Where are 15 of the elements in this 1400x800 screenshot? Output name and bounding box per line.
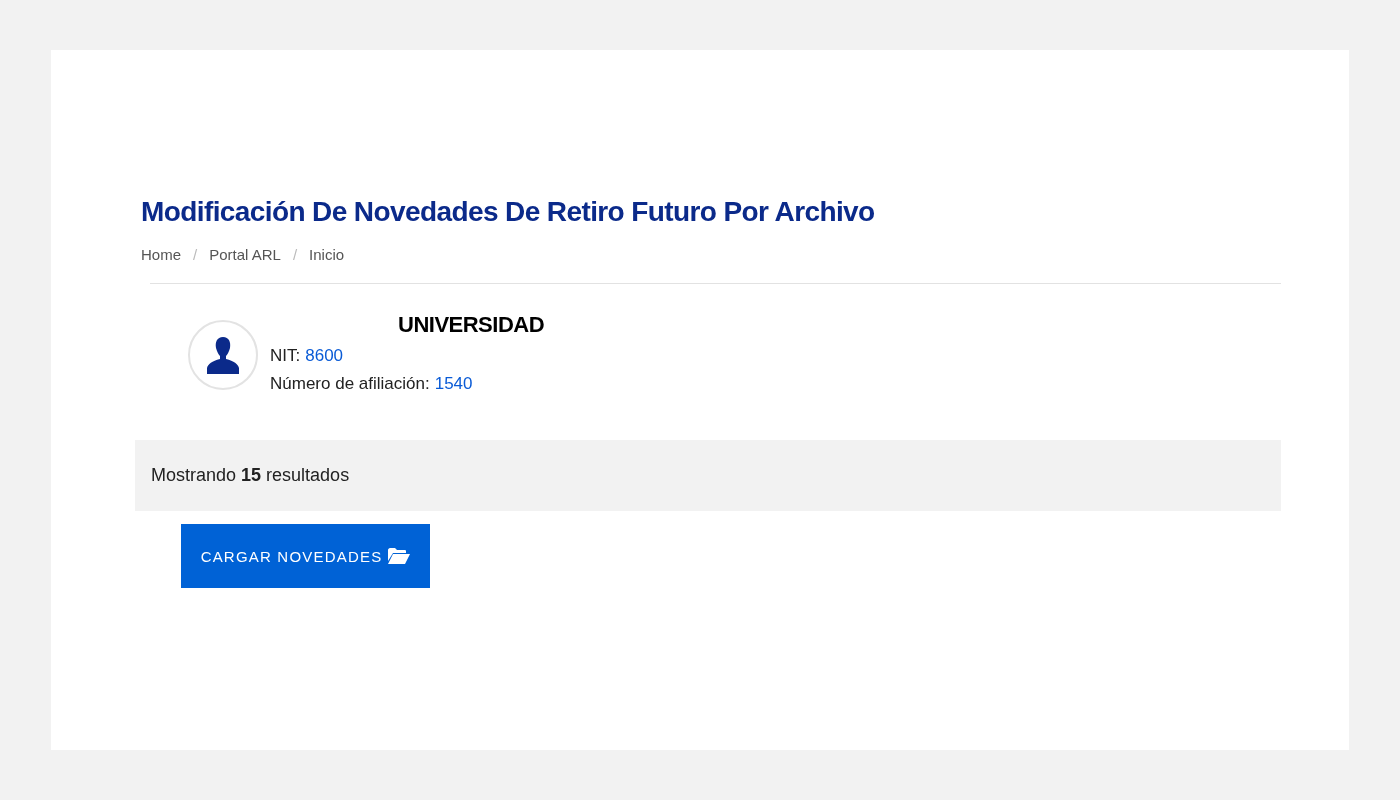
- results-count: Mostrando 15 resultados: [151, 465, 350, 486]
- upload-button[interactable]: CARGAR NOVEDADES: [181, 524, 430, 588]
- nit-label: NIT:: [270, 346, 301, 366]
- breadcrumb-separator: /: [193, 246, 198, 263]
- folder-icon: [388, 548, 411, 564]
- affiliation-label: Número de afiliación:: [270, 374, 430, 394]
- nit-value: 8600: [305, 346, 344, 366]
- user-silhouette-icon: [207, 336, 239, 374]
- page-title: Modificación De Novedades De Retiro Futuro Por Archivo: [141, 196, 876, 228]
- affiliation-value: 1540: [434, 374, 473, 394]
- breadcrumb-link[interactable]: Home: [141, 246, 181, 263]
- breadcrumb-separator: /: [292, 246, 298, 263]
- company-name: UNIVERSIDAD: [398, 312, 545, 338]
- breadcrumb-link[interactable]: Portal ARL: [209, 246, 281, 263]
- breadcrumb-link[interactable]: Inicio: [309, 246, 345, 263]
